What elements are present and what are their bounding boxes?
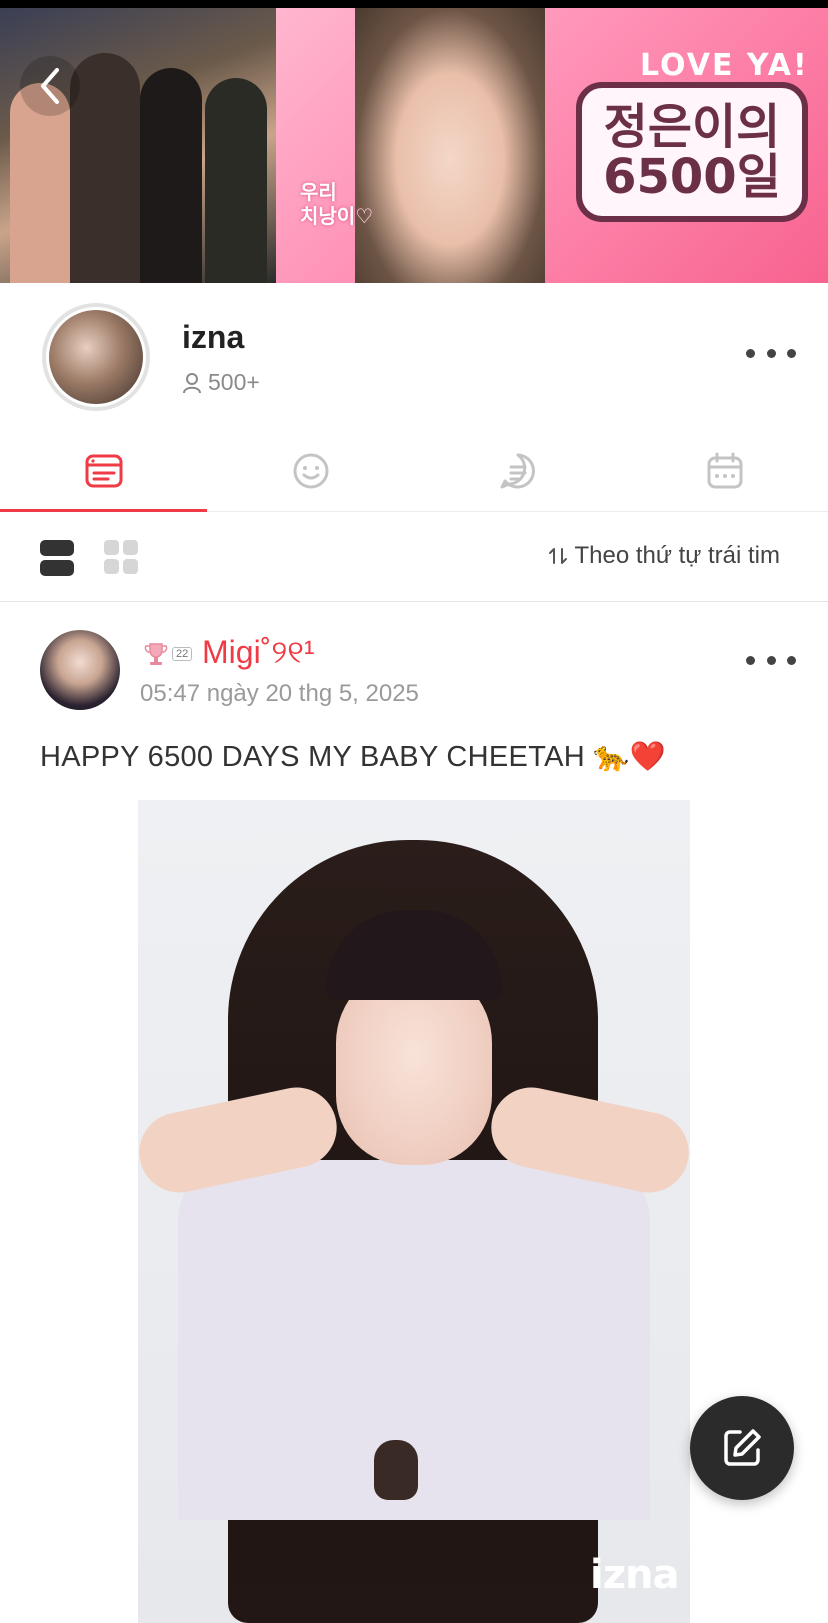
community-header: izna 500+ (0, 283, 828, 413)
author-badge: 22 (142, 640, 193, 668)
back-button[interactable] (20, 56, 80, 116)
tab-chat[interactable] (414, 430, 621, 511)
trophy-icon (144, 643, 168, 665)
post-photo[interactable]: izna (138, 800, 690, 1623)
group-photo (0, 8, 276, 283)
chevron-left-icon (41, 68, 59, 104)
feed-icon (85, 454, 122, 487)
sort-icon (549, 548, 568, 564)
community-tabs (0, 430, 828, 512)
anniversary-title-line1: 정은이의 (603, 98, 781, 155)
person-icon (183, 372, 201, 393)
dot (746, 348, 755, 358)
member-count-value: 500+ (208, 369, 260, 395)
post-more-button[interactable] (746, 654, 796, 666)
edit-icon (724, 1429, 761, 1466)
community-more-button[interactable] (746, 341, 796, 365)
member-count: 500+ (182, 369, 260, 396)
banner-small-text: 우리 치낭이♡ (300, 180, 374, 228)
sort-label: Theo thứ tự trái tim (574, 542, 780, 569)
smile-icon (293, 453, 328, 488)
post-timestamp: 05:47 ngày 20 thg 5, 2025 (140, 680, 419, 707)
photo-pendant (374, 1440, 418, 1500)
anniversary-title-line2: 6500일 (603, 149, 781, 205)
calendar-icon (707, 452, 742, 488)
love-text: LOVE YA! (640, 48, 809, 83)
grid-view-icon[interactable] (104, 540, 138, 574)
community-name: izna (182, 319, 245, 355)
community-avatar-image (49, 310, 143, 404)
author-name[interactable]: Migi˚୨୧¹ (202, 634, 315, 672)
post-text: HAPPY 6500 DAYS MY BABY CHEETAH 🐆❤️ (40, 741, 667, 773)
list-view-icon[interactable] (40, 540, 74, 576)
dot (787, 655, 796, 665)
anniversary-title-box: 정은이의 6500일 (576, 82, 808, 222)
sort-button[interactable]: Theo thứ tự trái tim (548, 542, 780, 570)
author-avatar[interactable] (40, 630, 120, 710)
chat-icon (500, 453, 535, 488)
badge-level: 22 (172, 647, 193, 661)
photo-watermark: izna (590, 1552, 679, 1598)
dot (746, 655, 755, 665)
community-avatar[interactable] (42, 303, 150, 411)
compose-button[interactable] (690, 1396, 794, 1500)
tab-calendar[interactable] (621, 430, 828, 511)
feed-toolbar: Theo thứ tự trái tim (0, 512, 828, 602)
tab-emoji[interactable] (207, 430, 414, 511)
dot (787, 348, 796, 358)
dot (766, 655, 776, 665)
cover-banner: LOVE YA! 정은이의 6500일 우리 치낭이♡ (0, 0, 828, 283)
tab-feed[interactable] (0, 430, 207, 512)
status-bar (0, 0, 828, 8)
member-portrait (355, 8, 545, 283)
dot (766, 348, 776, 358)
